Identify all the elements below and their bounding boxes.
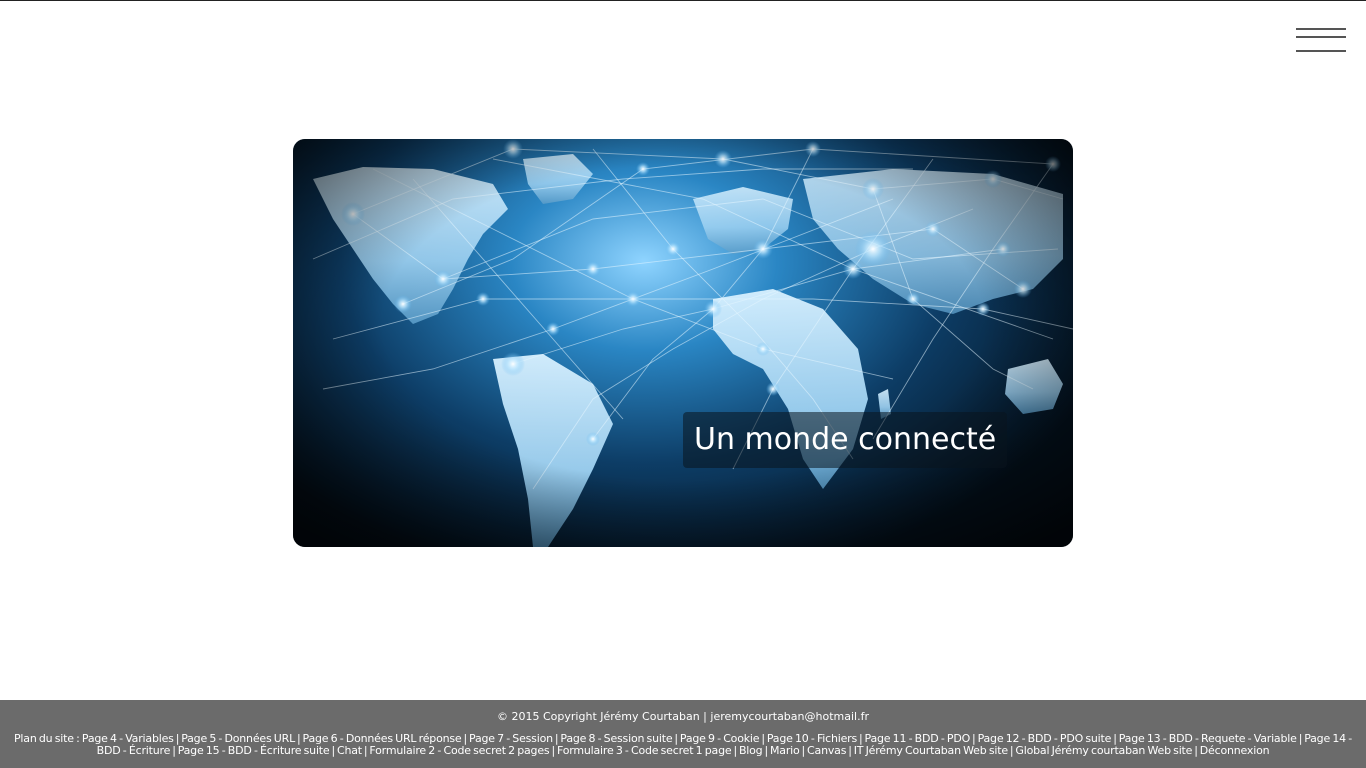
- sitemap: Plan du site : Page 4 - Variables | Page 5…: [14, 732, 1352, 757]
- sitemap-link-page-15[interactable]: Page 15 - BDD - Écriture suite: [178, 744, 330, 757]
- sitemap-link-formulaire-2[interactable]: Formulaire 2 - Code secret 2 pages: [369, 744, 549, 757]
- world-network-map-image: [293, 139, 1073, 547]
- sitemap-link-global-web-site[interactable]: Global Jérémy courtaban Web site: [1015, 744, 1192, 757]
- sitemap-link-deconnexion[interactable]: Déconnexion: [1200, 744, 1270, 757]
- sitemap-link-it-web-site[interactable]: IT Jérémy Courtaban Web site: [854, 744, 1008, 757]
- menu-bar-bottom: [1296, 50, 1346, 52]
- sitemap-label: Plan du site :: [14, 732, 80, 745]
- sitemap-link-blog[interactable]: Blog: [739, 744, 763, 757]
- site-footer: © 2015 Copyright Jérémy Courtaban | jere…: [0, 700, 1366, 768]
- menu-bar-middle: [1296, 36, 1346, 38]
- copyright-text: © 2015 Copyright Jérémy Courtaban | jere…: [497, 710, 869, 723]
- hamburger-menu-button[interactable]: [1296, 28, 1346, 52]
- sitemap-link-canvas[interactable]: Canvas: [807, 744, 846, 757]
- sitemap-link-chat[interactable]: Chat: [337, 744, 362, 757]
- hero-image: Un monde connecté: [293, 139, 1073, 547]
- sitemap-link-mario[interactable]: Mario: [770, 744, 800, 757]
- hero-caption: Un monde connecté: [683, 412, 1008, 468]
- menu-bar-top: [1296, 28, 1346, 30]
- sitemap-link-formulaire-3[interactable]: Formulaire 3 - Code secret 1 page: [557, 744, 732, 757]
